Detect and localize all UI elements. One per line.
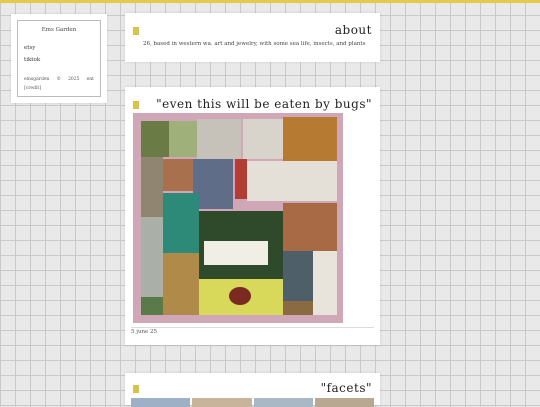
post-marker [133, 27, 139, 35]
site-title[interactable]: Ems Garden [18, 27, 100, 33]
footer-name: emsgarden [24, 77, 50, 82]
collage-image[interactable] [133, 113, 343, 323]
post-title[interactable]: "facets" [321, 381, 372, 395]
post-date[interactable]: 5 june 25 [131, 329, 157, 335]
post-divider [131, 327, 374, 328]
sidebar-footer: emsgarden © 2025 ent [24, 77, 94, 82]
artwork-post: "even this will be eaten by bugs" 5 june… [125, 87, 380, 345]
image-strip[interactable] [131, 398, 374, 407]
post-title[interactable]: "even this will be eaten by bugs" [156, 97, 372, 111]
footer-year: 2025 [68, 77, 80, 82]
post-marker [133, 385, 139, 393]
post-marker [133, 101, 139, 109]
footer-suffix: ent [86, 77, 94, 82]
post-title[interactable]: about [335, 23, 372, 37]
footer-copyright: © [56, 77, 61, 82]
facets-post: "facets" [125, 373, 380, 407]
top-accent-bar [0, 0, 540, 3]
nav-link-etsy[interactable]: etsy [24, 45, 35, 51]
sidebar: Ems Garden etsy tiktok emsgarden © 2025 … [11, 14, 107, 103]
nav-link-tiktok[interactable]: tiktok [24, 57, 40, 63]
credit-link[interactable]: [credit] [24, 86, 41, 91]
about-post: about 26, based in western wa. art and j… [125, 13, 380, 62]
sidebar-frame: Ems Garden etsy tiktok emsgarden © 2025 … [17, 20, 101, 97]
about-text: 26, based in western wa. art and jewelry… [143, 41, 366, 47]
